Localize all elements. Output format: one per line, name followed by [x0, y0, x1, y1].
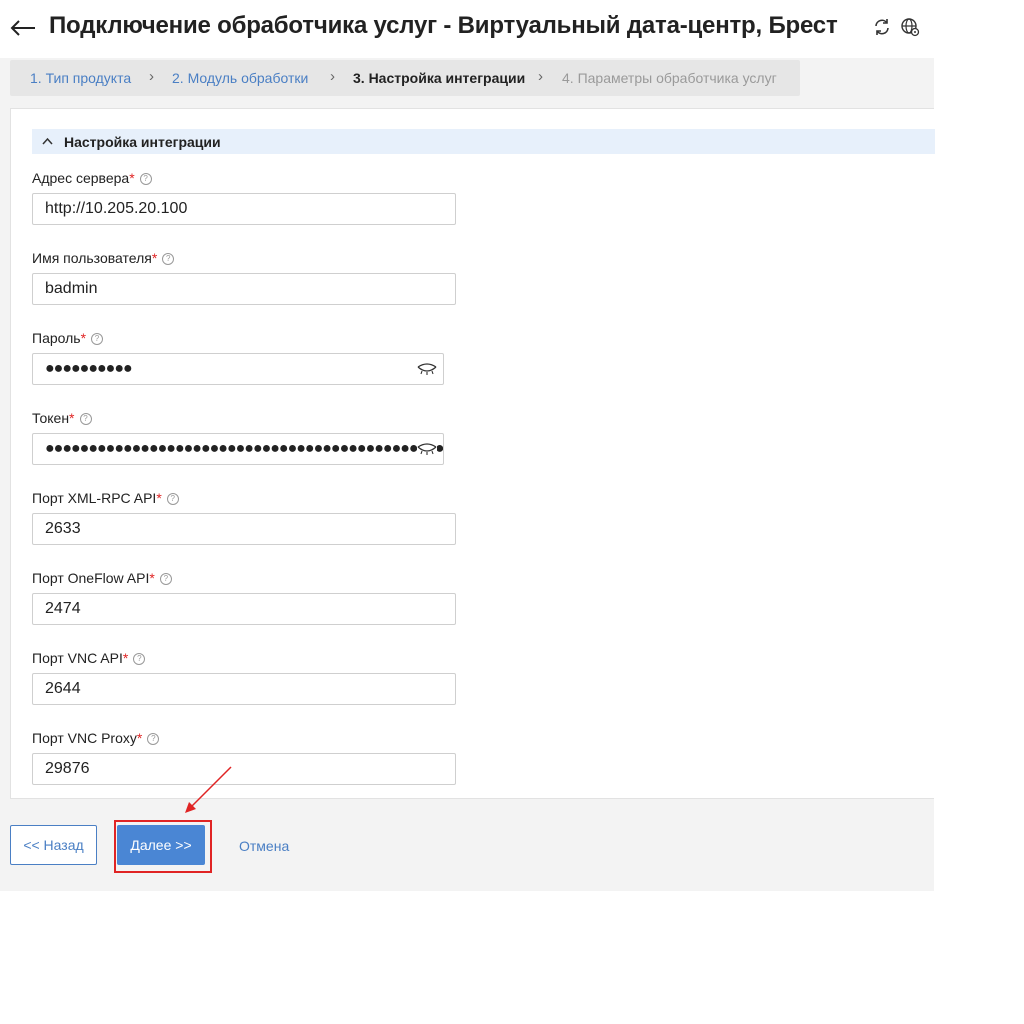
annotation-highlight-box [114, 820, 212, 873]
token-input[interactable]: ●●●●●●●●●●●●●●●●●●●●●●●●●●●●●●●●●●●●●●●●… [32, 433, 444, 465]
wizard-steps: 1. Тип продукта › 2. Модуль обработки › … [10, 60, 800, 96]
help-icon[interactable]: ? [159, 573, 172, 585]
step-separator-icon: › [538, 68, 543, 85]
xmlrpc-port-input[interactable]: 2633 [32, 513, 456, 545]
oneflow-port-label: Порт OneFlow API*? [32, 570, 172, 586]
step-integration-settings: 3. Настройка интеграции [353, 70, 526, 86]
chevron-up-icon[interactable] [42, 136, 53, 147]
section-header[interactable]: Настройка интеграции [32, 129, 935, 154]
back-arrow-icon[interactable] [8, 13, 38, 43]
vnc-proxy-port-label: Порт VNC Proxy*? [32, 730, 160, 746]
server-address-label: Адрес сервера*? [32, 170, 152, 186]
back-button[interactable]: << Назад [10, 825, 97, 865]
step-product-type[interactable]: 1. Тип продукта [30, 70, 131, 86]
step-separator-icon: › [330, 68, 335, 85]
integration-form-panel: Настройка интеграции Адрес сервера*? htt… [10, 108, 935, 799]
help-icon[interactable]: ? [133, 653, 146, 665]
help-icon[interactable]: ? [91, 333, 104, 345]
vnc-api-port-label: Порт VNC API*? [32, 650, 146, 666]
xmlrpc-port-label: Порт XML-RPC API*? [32, 490, 179, 506]
password-value: ●●●●●●●●●● [45, 360, 133, 377]
username-label: Имя пользователя*? [32, 250, 175, 266]
help-icon[interactable]: ? [139, 173, 152, 185]
vnc-api-port-input[interactable]: 2644 [32, 673, 456, 705]
help-icon[interactable]: ? [166, 493, 179, 505]
globe-settings-icon[interactable] [900, 17, 920, 37]
vnc-proxy-port-input[interactable]: 29876 [32, 753, 456, 785]
username-input[interactable]: badmin [32, 273, 456, 305]
token-value: ●●●●●●●●●●●●●●●●●●●●●●●●●●●●●●●●●●●●●●●●… [45, 440, 444, 457]
page-header: Подключение обработчика услуг - Виртуаль… [0, 0, 934, 58]
refresh-icon[interactable] [872, 17, 892, 37]
page-background: Подключение обработчика услуг - Виртуаль… [0, 0, 935, 891]
help-icon[interactable]: ? [79, 413, 92, 425]
annotation-arrow-icon [185, 766, 232, 813]
step-handler-parameters: 4. Параметры обработчика услуг [562, 70, 777, 86]
help-icon[interactable]: ? [162, 253, 175, 265]
eye-closed-icon[interactable] [417, 362, 437, 376]
help-icon[interactable]: ? [147, 733, 160, 745]
cancel-link[interactable]: Отмена [239, 838, 289, 854]
page-title: Подключение обработчика услуг - Виртуаль… [49, 12, 838, 39]
password-label: Пароль*? [32, 330, 104, 346]
step-separator-icon: › [149, 68, 154, 85]
section-title: Настройка интеграции [64, 134, 221, 150]
token-label: Токен*? [32, 410, 92, 426]
oneflow-port-input[interactable]: 2474 [32, 593, 456, 625]
step-processing-module[interactable]: 2. Модуль обработки [172, 70, 308, 86]
server-address-input[interactable]: http://10.205.20.100 [32, 193, 456, 225]
password-input[interactable]: ●●●●●●●●●● [32, 353, 444, 385]
eye-closed-icon[interactable] [417, 442, 437, 456]
